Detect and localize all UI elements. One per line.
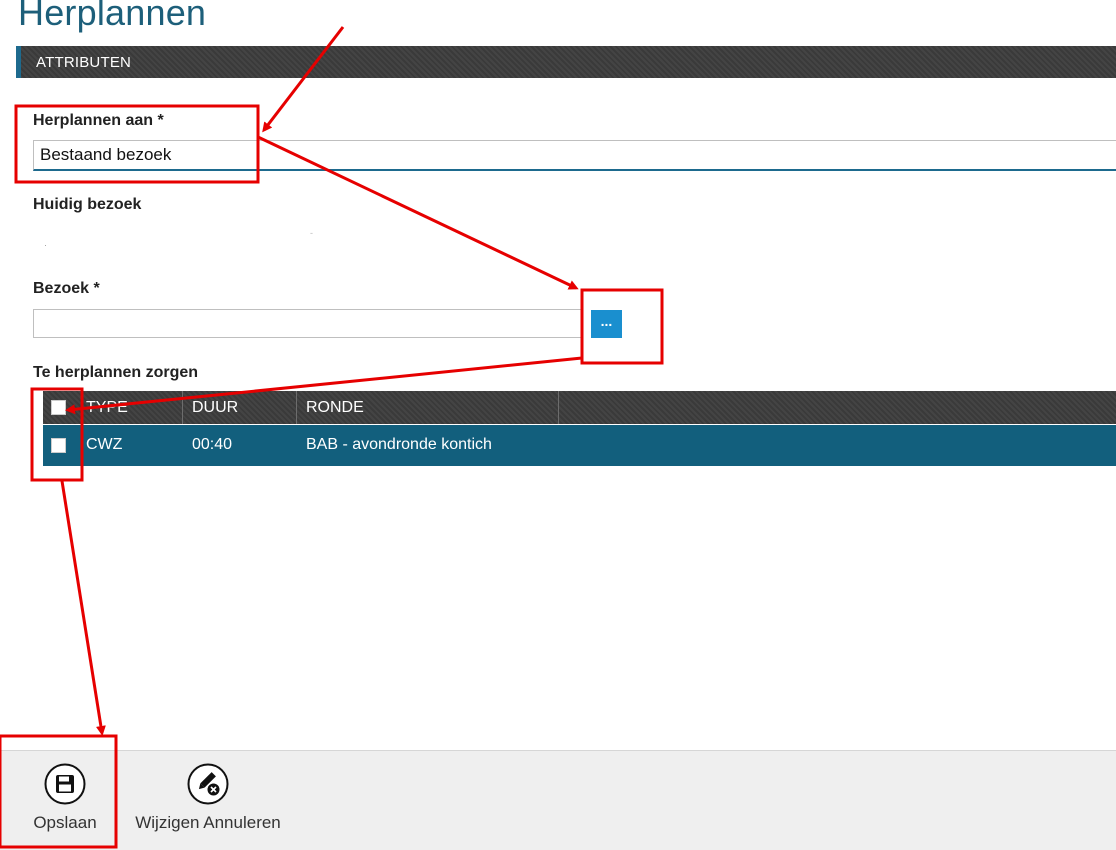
zorgen-grid-header: TYPE DUUR RONDE <box>43 391 1116 424</box>
huidig-bezoek-label: Huidig bezoek <box>33 196 142 213</box>
bezoek-label: Bezoek * <box>33 280 100 297</box>
table-row[interactable]: CWZ 00:40 BAB - avondronde kontich <box>43 425 1116 466</box>
section-header-label: ATTRIBUTEN <box>36 54 132 71</box>
bezoek-input[interactable] <box>33 309 583 338</box>
floppy-disk-icon <box>44 763 86 805</box>
bezoek-lookup-button[interactable]: ... <box>591 310 622 338</box>
te-herplannen-zorgen-label: Te herplannen zorgen <box>33 364 199 381</box>
column-header-ronde[interactable]: RONDE <box>306 399 364 417</box>
annotation-arrow-1 <box>262 26 345 133</box>
save-button-label: Opslaan <box>33 813 97 832</box>
column-separator <box>182 391 183 424</box>
column-separator <box>558 391 559 424</box>
select-all-checkbox[interactable] <box>51 400 66 415</box>
save-button[interactable]: Opslaan <box>18 763 112 833</box>
cancel-edit-button[interactable]: Wijzigen Annuleren <box>128 763 288 833</box>
row-cell-type: CWZ <box>86 436 123 453</box>
huidig-bezoek-value-mark-2: - <box>310 228 313 238</box>
row-cell-ronde: BAB - avondronde kontich <box>306 436 492 453</box>
column-header-duur[interactable]: DUUR <box>192 399 238 417</box>
page-title: Herplannen <box>18 0 207 33</box>
bottom-toolbar: Opslaan Wijzigen Annuleren <box>0 750 1116 850</box>
column-header-type[interactable]: TYPE <box>86 399 128 417</box>
row-cell-duur: 00:40 <box>192 436 233 453</box>
edit-cancel-icon <box>187 763 229 805</box>
huidig-bezoek-value-mark: · <box>44 240 47 250</box>
section-header-attributen: ATTRIBUTEN <box>16 46 1116 78</box>
cancel-edit-button-label: Wijzigen Annuleren <box>135 813 281 832</box>
column-separator <box>296 391 297 424</box>
herplannen-aan-label: Herplannen aan * <box>33 112 164 129</box>
row-checkbox[interactable] <box>51 438 66 453</box>
herplannen-aan-select[interactable]: Bestaand bezoek <box>33 140 1116 171</box>
annotation-arrow-4 <box>60 480 106 736</box>
